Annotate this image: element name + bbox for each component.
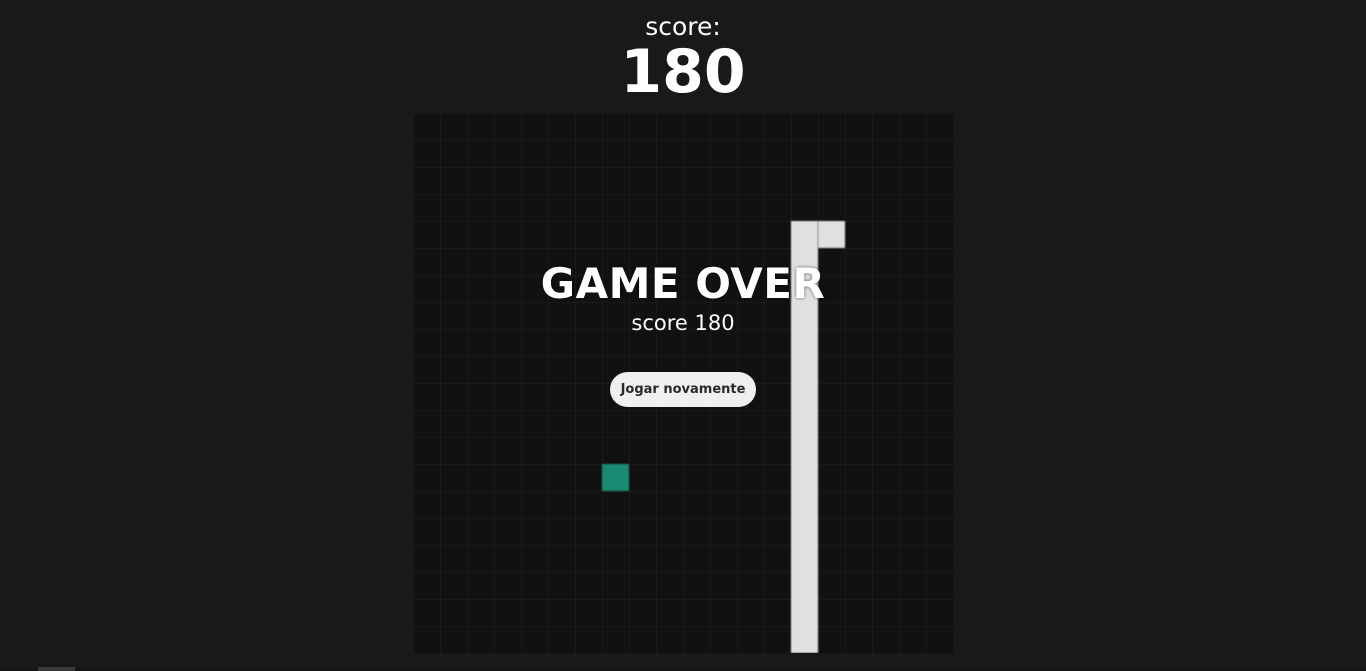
- game-board: GAME OVER score 180 Jogar novamente: [413, 113, 953, 653]
- score-value: 180: [620, 37, 746, 107]
- bottom-tab: [38, 667, 75, 671]
- game-over-title: GAME OVER: [540, 259, 826, 308]
- game-over-score: score 180: [631, 311, 735, 335]
- score-header: score: 180: [0, 12, 1366, 102]
- play-again-button[interactable]: Jogar novamente: [610, 372, 756, 407]
- game-over-overlay: GAME OVER score 180 Jogar novamente: [413, 113, 953, 653]
